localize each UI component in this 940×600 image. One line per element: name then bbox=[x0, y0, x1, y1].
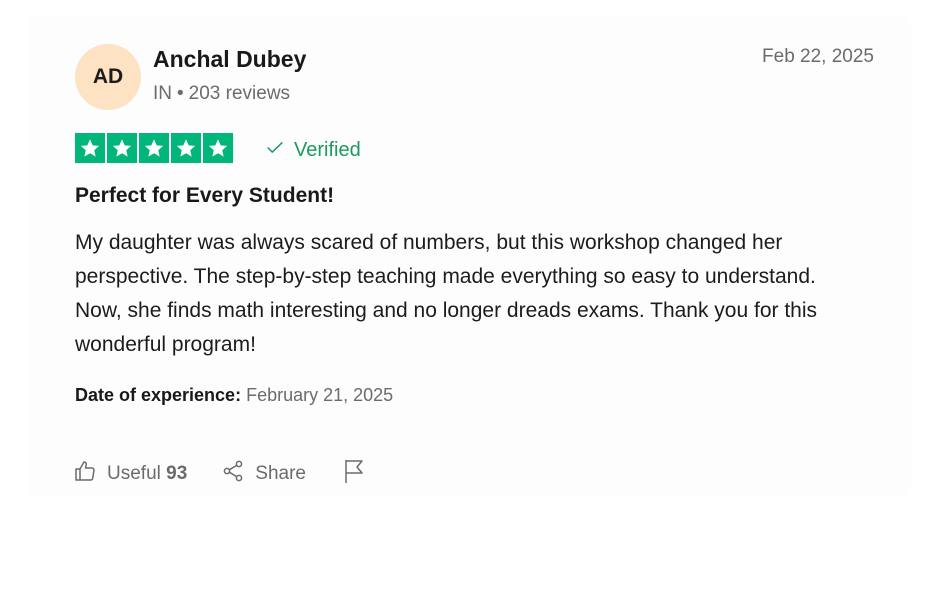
reviewer-country: IN bbox=[153, 83, 172, 104]
reviewer-meta: IN • 203 reviews bbox=[153, 83, 290, 105]
star-icon bbox=[107, 133, 137, 163]
experience-date: February 21, 2025 bbox=[246, 385, 394, 405]
meta-separator: • bbox=[177, 83, 184, 104]
verified-label: Verified bbox=[294, 138, 361, 161]
useful-count: 93 bbox=[166, 463, 188, 484]
thumbs-up-icon bbox=[73, 459, 97, 489]
experience-label: Date of experience: bbox=[75, 385, 242, 405]
verified-badge[interactable]: Verified bbox=[264, 136, 361, 164]
review-count: 203 reviews bbox=[188, 83, 291, 104]
star-icon bbox=[75, 133, 105, 163]
star-icon bbox=[171, 133, 201, 163]
avatar[interactable]: AD bbox=[75, 44, 141, 110]
flag-icon bbox=[342, 458, 366, 490]
review-date: Feb 22, 2025 bbox=[762, 46, 874, 67]
review-actions: Useful 93 Share bbox=[73, 458, 366, 490]
star-icon bbox=[139, 133, 169, 163]
star-icon bbox=[203, 133, 233, 163]
report-button[interactable] bbox=[342, 458, 366, 490]
review-body: My daughter was always scared of numbers… bbox=[75, 231, 818, 356]
share-button[interactable]: Share bbox=[221, 459, 306, 489]
check-icon bbox=[264, 136, 286, 164]
share-label: Share bbox=[255, 463, 306, 484]
useful-button[interactable]: Useful 93 bbox=[73, 459, 187, 489]
review-title[interactable]: Perfect for Every Student! bbox=[75, 184, 334, 208]
share-icon bbox=[221, 459, 245, 489]
reviewer-name[interactable]: Anchal Dubey bbox=[153, 46, 306, 73]
date-of-experience: Date of experience: February 21, 2025 bbox=[75, 385, 393, 406]
useful-label: Useful bbox=[107, 463, 161, 484]
star-rating bbox=[75, 133, 233, 163]
